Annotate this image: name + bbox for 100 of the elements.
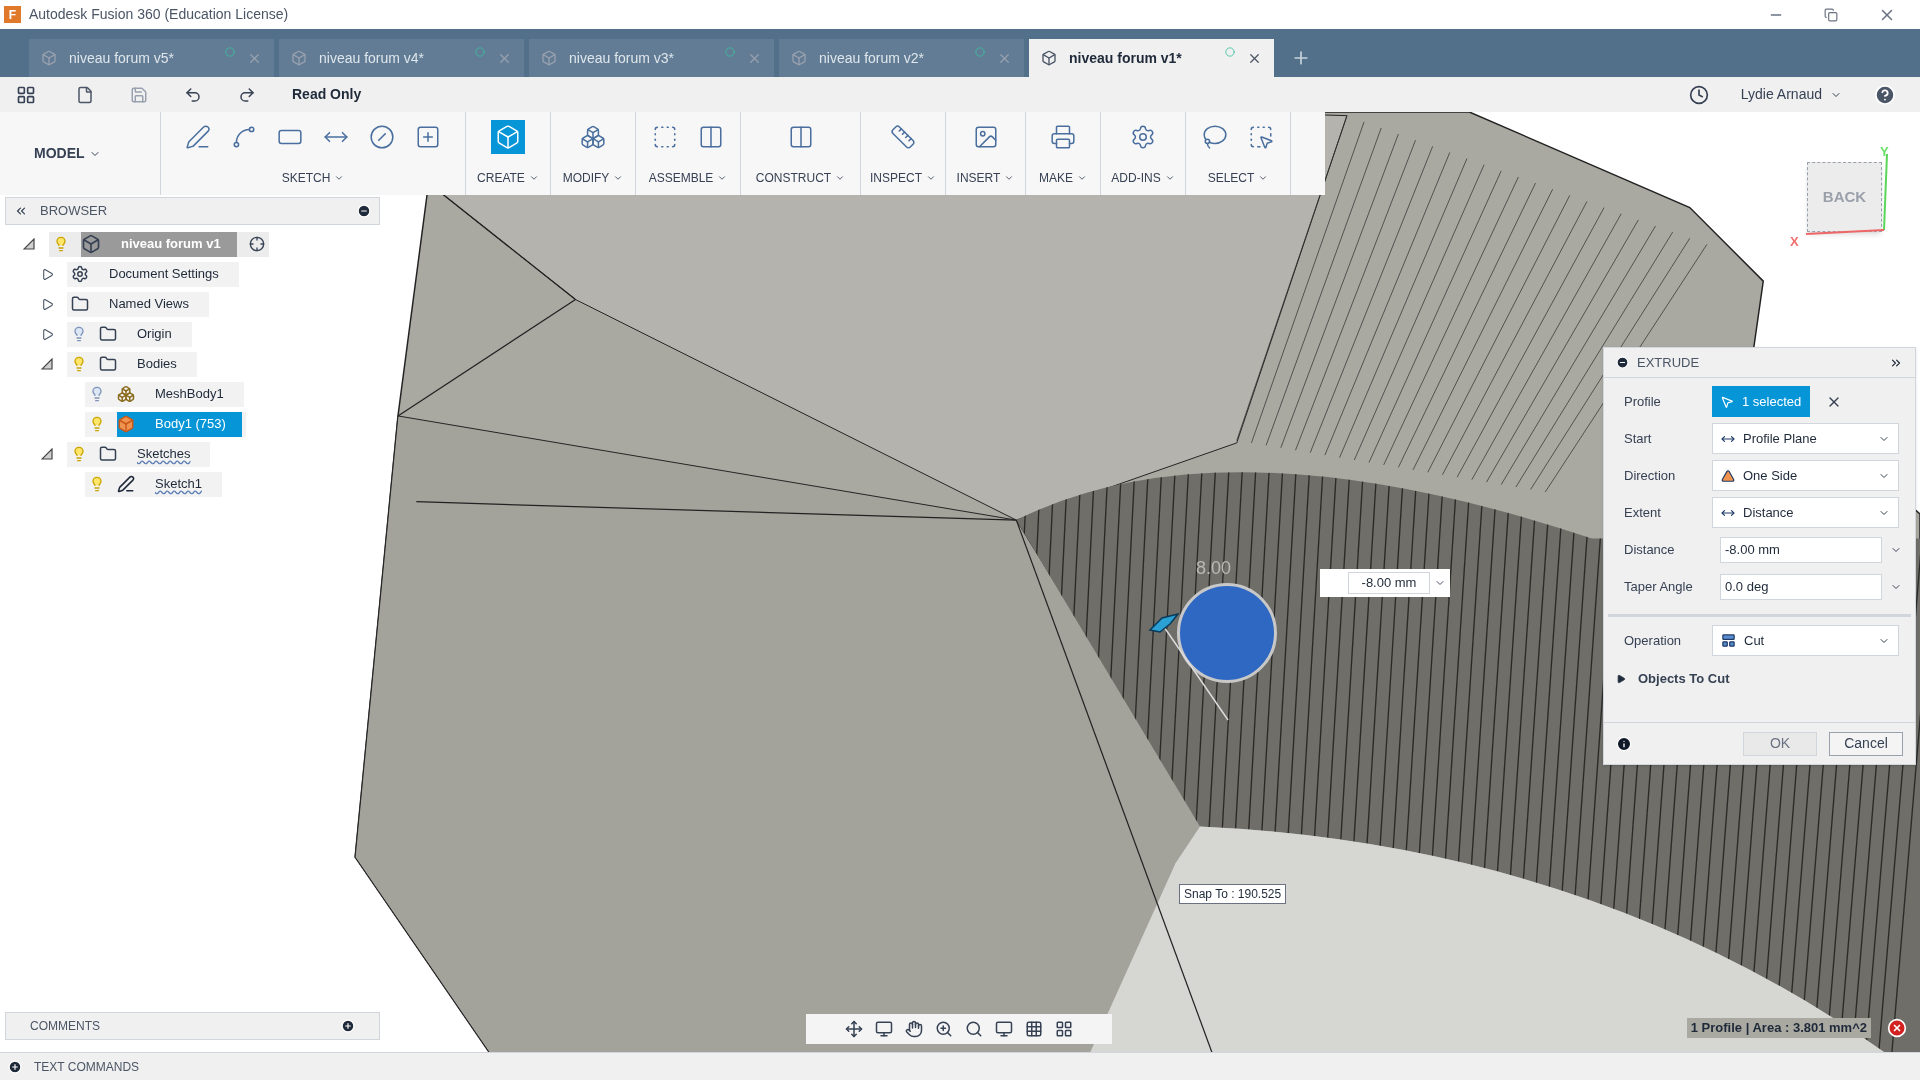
cube-icon — [541, 50, 557, 66]
caret-icon — [835, 173, 846, 183]
group-dropdown[interactable]: MODIFY — [562, 169, 624, 187]
caret-icon — [334, 173, 345, 183]
cube-icon — [791, 50, 807, 66]
field-label: Distance — [1623, 540, 1676, 559]
document-tab[interactable]: niveau forum v4* — [279, 39, 524, 77]
redo-icon[interactable] — [238, 85, 256, 104]
group-dropdown[interactable]: MAKE — [1039, 169, 1087, 187]
collapsed-arrow-icon — [1616, 674, 1626, 684]
zoom-icon[interactable] — [935, 1020, 953, 1038]
status-ring-icon — [225, 47, 235, 57]
input-field[interactable]: -8.00 mm — [1720, 536, 1882, 563]
folder-icon — [71, 295, 89, 313]
activate-radio-icon[interactable] — [248, 236, 265, 252]
tool-icon[interactable] — [491, 120, 525, 154]
caret-icon — [1077, 173, 1087, 183]
document-tab[interactable]: niveau forum v3* — [529, 39, 774, 77]
caret-icon — [1004, 173, 1015, 183]
field-label: Extent — [1623, 503, 1662, 522]
field-label: Direction — [1623, 466, 1677, 485]
orbit-icon[interactable] — [845, 1020, 863, 1038]
error-icon[interactable] — [1887, 1018, 1907, 1038]
status-ring-icon — [475, 47, 485, 57]
folder-icon — [99, 325, 117, 343]
dropdown-field[interactable]: One Side — [1712, 460, 1899, 491]
group-dropdown[interactable]: ASSEMBLE — [648, 169, 728, 187]
distance-input[interactable]: -8.00 mm — [1320, 569, 1450, 597]
browser-title: BROWSER — [40, 202, 108, 221]
caret-icon — [926, 173, 936, 183]
comments-title: COMMENTS — [30, 1018, 100, 1035]
caret-icon — [1164, 173, 1175, 183]
extrude-arrow-icon[interactable] — [1148, 612, 1182, 634]
info-icon[interactable] — [1616, 735, 1632, 752]
document-tab[interactable]: niveau forum v1* — [1029, 39, 1274, 77]
status-ring-icon — [725, 47, 735, 57]
document-tab[interactable]: niveau forum v5* — [29, 39, 274, 77]
field-label: Start — [1623, 429, 1653, 448]
clock-icon[interactable] — [1688, 84, 1709, 105]
viewports-icon[interactable] — [1055, 1020, 1073, 1038]
tree-item[interactable]: Document Settings — [67, 261, 239, 287]
collapse-arrow-icon[interactable] — [23, 238, 35, 250]
pan-icon[interactable] — [905, 1020, 923, 1038]
expand-arrow-icon[interactable] — [41, 297, 54, 311]
document-tab[interactable]: niveau forum v2* — [779, 39, 1024, 77]
tree-item[interactable]: Named Views — [67, 291, 209, 317]
group-dropdown[interactable]: SKETCH — [281, 169, 345, 187]
group-dropdown[interactable]: ADD-INS — [1111, 169, 1175, 187]
group-dropdown[interactable]: INSERT — [956, 169, 1015, 187]
field-label: Operation — [1623, 631, 1683, 650]
app-grid-icon[interactable] — [16, 84, 36, 105]
tree-item[interactable]: Sketches — [67, 441, 211, 467]
dialog-button[interactable]: Cancel — [1829, 731, 1903, 756]
group-dropdown[interactable]: CONSTRUCT — [755, 169, 846, 187]
file-icon[interactable] — [76, 85, 94, 104]
undo-icon[interactable] — [184, 85, 202, 104]
cube-icon — [81, 234, 101, 254]
lightbulb-icon[interactable] — [89, 386, 105, 402]
add-icon[interactable] — [341, 1019, 355, 1033]
restore-icon[interactable] — [1824, 7, 1838, 22]
minimize-panel-icon[interactable] — [1616, 356, 1629, 369]
collapse-arrow-icon[interactable] — [41, 448, 53, 460]
app-logo: F — [4, 6, 21, 23]
help-icon[interactable] — [1874, 83, 1896, 106]
lightbulb-icon[interactable] — [71, 326, 87, 342]
collapse-panel-icon[interactable] — [14, 204, 28, 218]
collapse-arrow-icon[interactable] — [41, 358, 53, 370]
tree-item[interactable]: Origin — [67, 321, 192, 347]
add-icon[interactable] — [8, 1059, 22, 1074]
user-menu[interactable]: Lydie Arnaud — [1740, 84, 1842, 105]
caret-icon — [717, 173, 728, 183]
tree-item[interactable]: Sketch1 — [85, 471, 222, 497]
field-label: Profile — [1623, 392, 1662, 411]
folder-icon — [99, 445, 117, 463]
minimize-panel-icon[interactable] — [357, 204, 371, 218]
group-dropdown[interactable]: CREATE — [477, 169, 539, 187]
dropdown-field[interactable]: Profile Plane — [1712, 423, 1899, 454]
workspace-dropdown[interactable]: MODEL — [34, 143, 101, 164]
input-field[interactable]: 0.0 deg — [1720, 573, 1882, 600]
cube-icon — [291, 50, 307, 66]
tree-item[interactable]: Bodies — [67, 351, 197, 377]
tree-item[interactable]: MeshBody1 — [85, 381, 244, 407]
caret-icon — [613, 173, 624, 183]
grid-icon[interactable] — [1025, 1020, 1043, 1038]
status-ring-icon — [1225, 47, 1235, 57]
dropdown-field[interactable]: Distance — [1712, 497, 1899, 528]
cut-icon — [1721, 633, 1736, 648]
sketch-icon — [117, 475, 135, 493]
expand-arrow-icon[interactable] — [41, 327, 54, 341]
dropdown-field[interactable]: Cut — [1712, 625, 1899, 656]
group-dropdown[interactable]: INSPECT — [870, 169, 936, 187]
expand-arrow-icon[interactable] — [41, 267, 54, 281]
folder-icon — [99, 355, 117, 373]
group-dropdown[interactable]: SELECT — [1207, 169, 1269, 187]
objects-to-cut-toggle[interactable]: Objects To Cut — [1604, 668, 1915, 690]
panel-title: EXTRUDE — [1637, 353, 1700, 372]
cursor-icon — [1720, 394, 1734, 409]
cube-icon — [41, 50, 57, 66]
text-commands-title: TEXT COMMANDS — [34, 1058, 140, 1076]
read-only-label: Read Only — [292, 85, 362, 104]
